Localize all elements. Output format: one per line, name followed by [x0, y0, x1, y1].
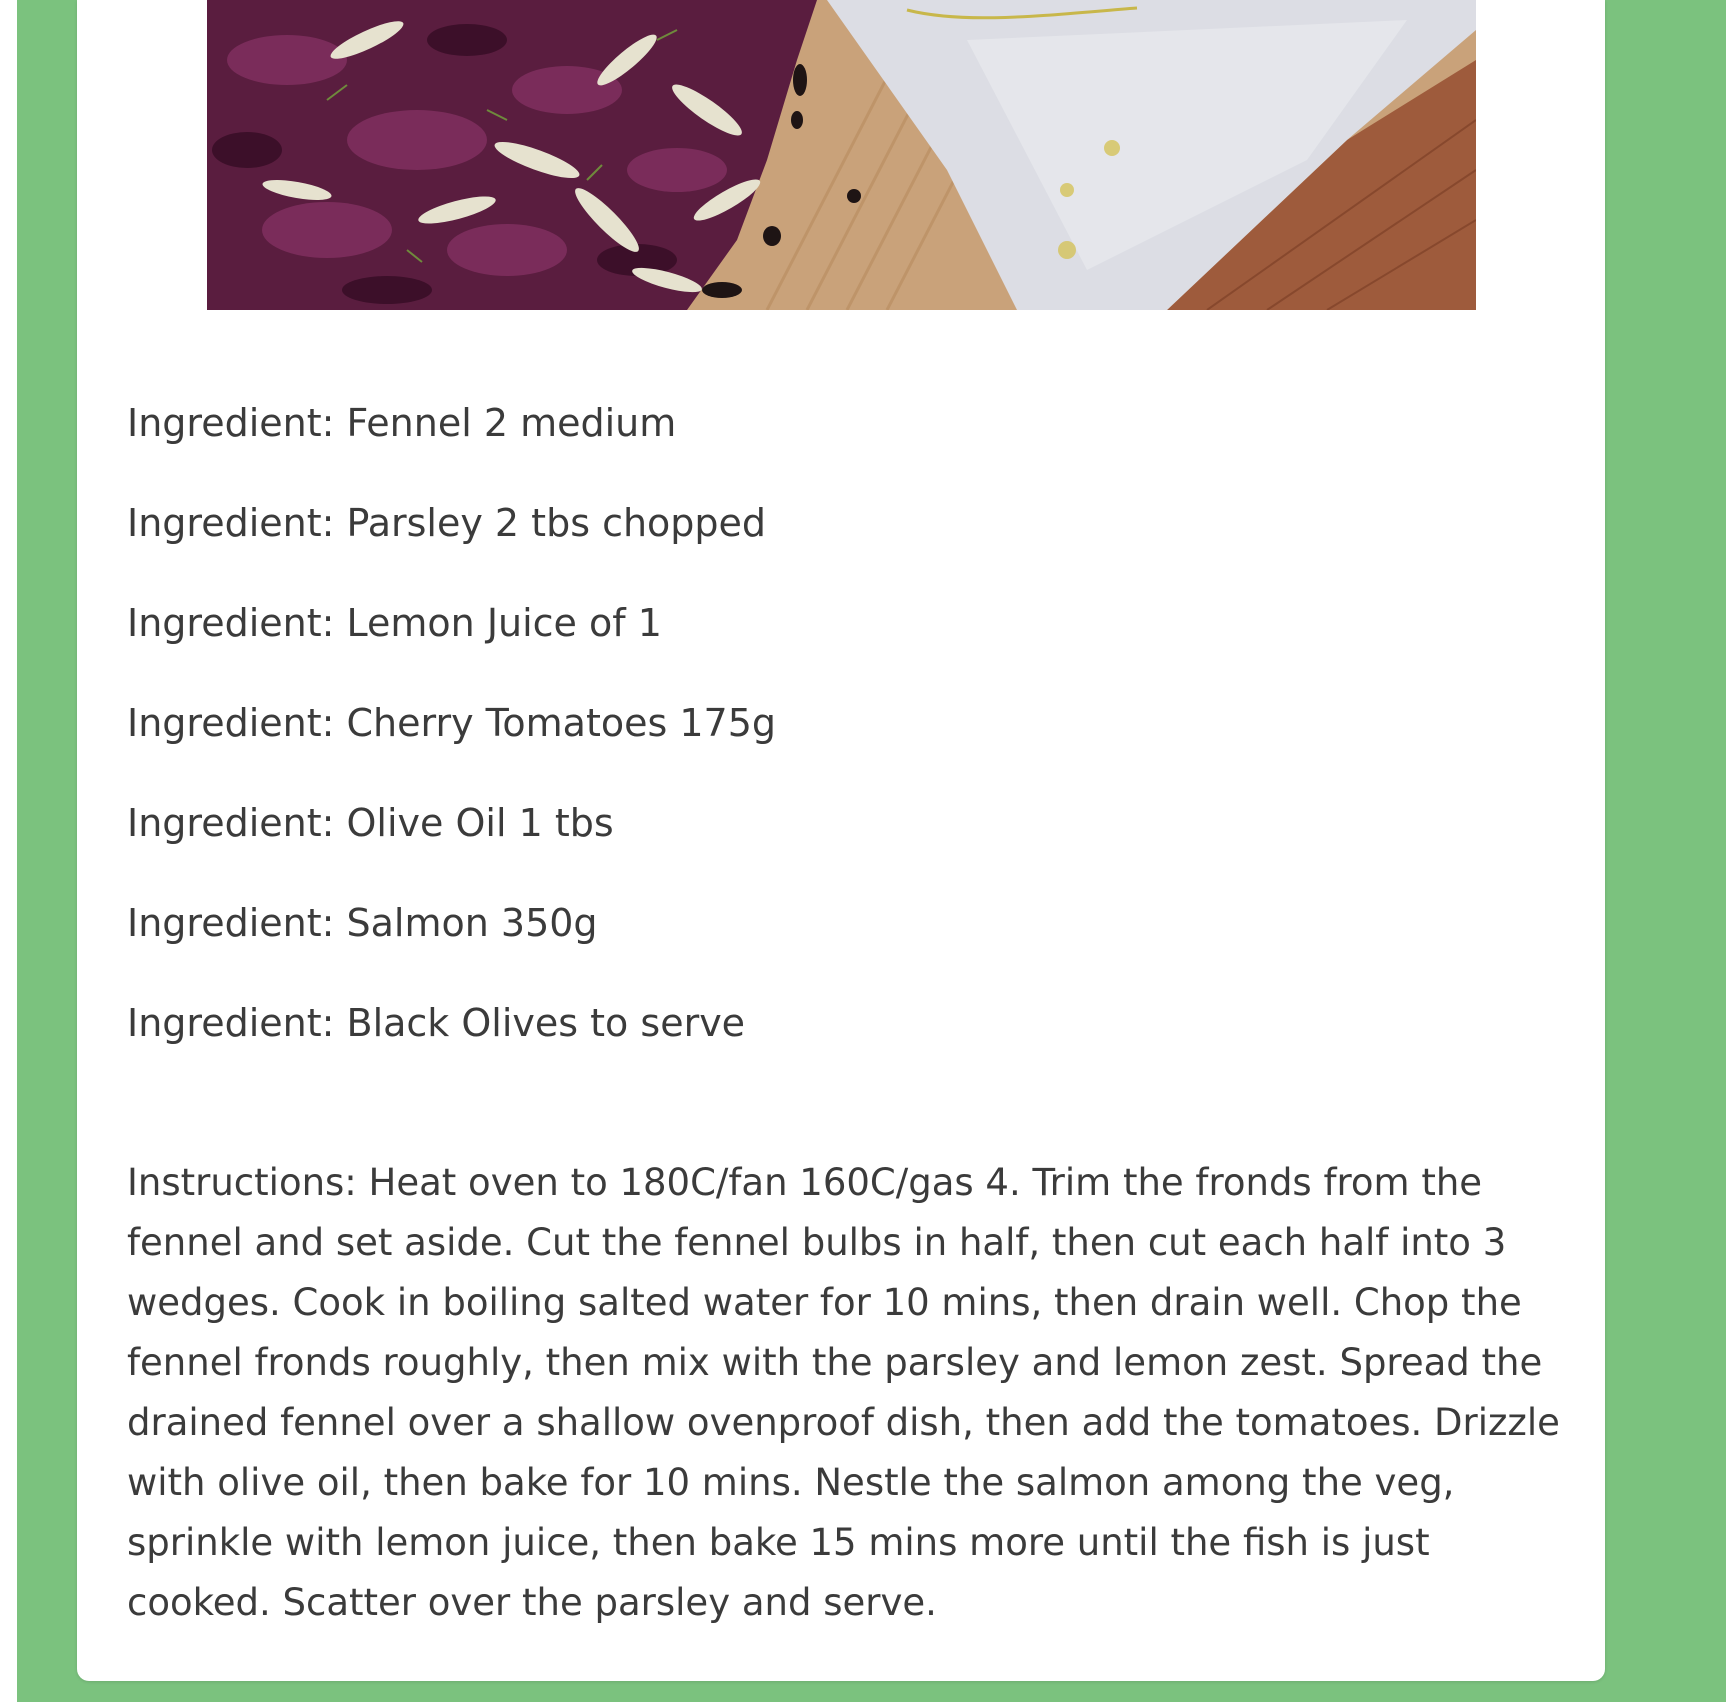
- ingredient-item: Ingredient: Cherry Tomatoes 175g: [127, 701, 777, 745]
- ingredient-item: Ingredient: Fennel 2 medium: [127, 401, 677, 445]
- ingredient-item: Ingredient: Salmon 350g: [127, 901, 598, 945]
- ingredient-list: Ingredient: Fennel 2 medium Ingredient: …: [127, 394, 776, 1094]
- ingredient-item: Ingredient: Parsley 2 tbs chopped: [127, 501, 767, 545]
- ingredient-item: Ingredient: Olive Oil 1 tbs: [127, 801, 614, 845]
- ingredient-item: Ingredient: Black Olives to serve: [127, 1001, 746, 1045]
- recipe-card: Ingredient: Fennel 2 medium Ingredient: …: [77, 0, 1605, 1681]
- recipe-photo: [207, 0, 1476, 310]
- recipe-instructions: Instructions: Heat oven to 180C/fan 160C…: [127, 1161, 1560, 1624]
- ingredient-item: Ingredient: Lemon Juice of 1: [127, 601, 662, 645]
